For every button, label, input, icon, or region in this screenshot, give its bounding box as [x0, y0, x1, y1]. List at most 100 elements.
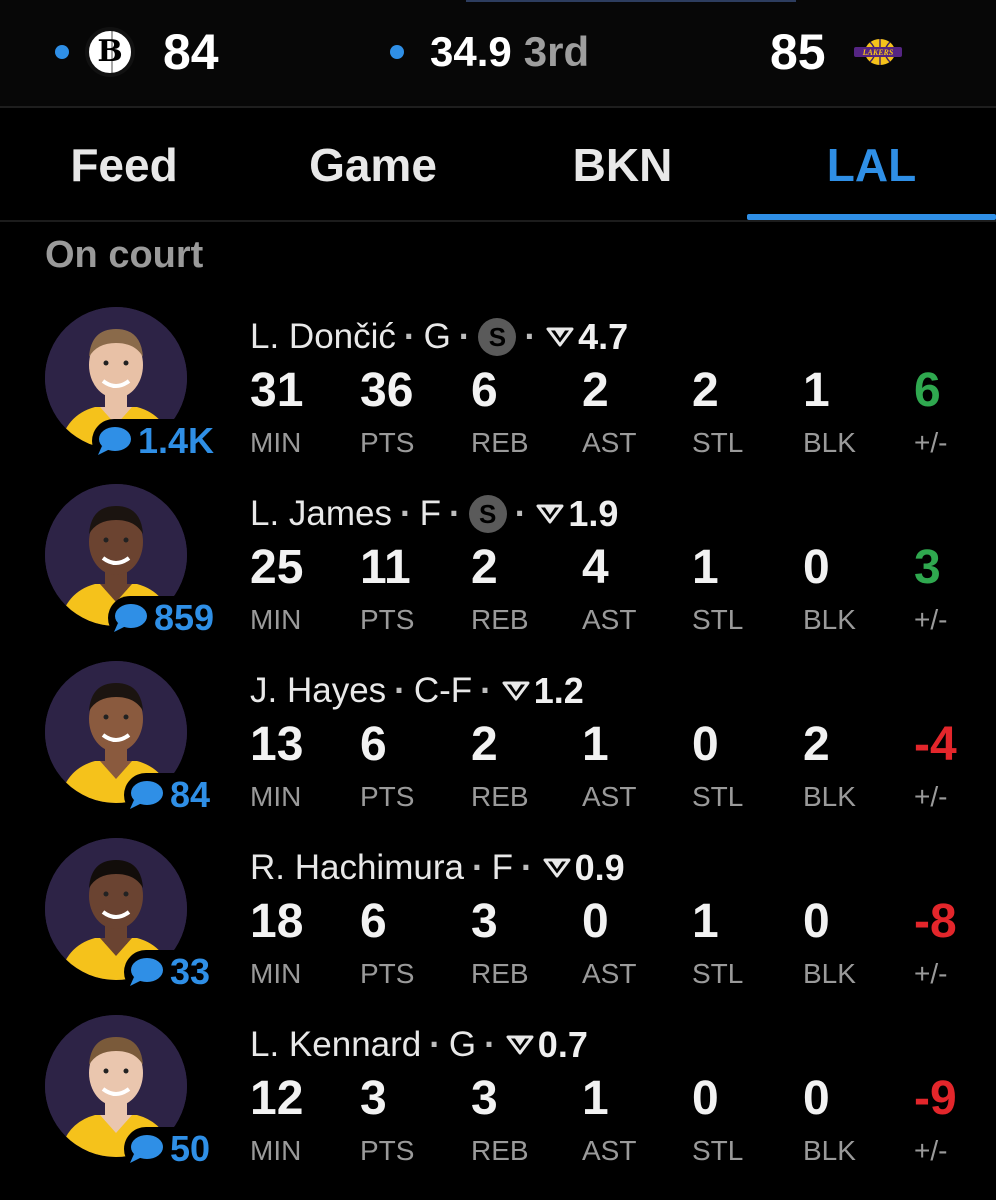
comments-count[interactable]: 33 — [124, 950, 211, 994]
stat-reb: 2 REB — [471, 717, 581, 817]
game-period: 3rd — [523, 28, 590, 75]
stat-label: REB — [471, 604, 529, 635]
stat-value: 11 — [360, 541, 411, 594]
stat-reb: 3 REB — [471, 1071, 581, 1171]
player-row[interactable]: 50 L. Kennard · G · 0.7 12 MIN 3 PTS 3 REB 1 AST 0 STL 0… — [0, 1015, 996, 1192]
home-team-score-group[interactable]: B 84 — [55, 22, 219, 82]
stat-label: REB — [471, 958, 529, 989]
stat-value: 2 — [471, 718, 498, 771]
rating-flag-icon — [506, 1035, 534, 1055]
stat-value: 0 — [692, 718, 719, 771]
stat-label: AST — [582, 958, 637, 989]
stat-value: -8 — [914, 895, 957, 948]
stat-reb: 6 REB — [471, 363, 581, 463]
comments-count-label: 1.4K — [138, 420, 215, 461]
away-team-score-group[interactable]: 85 LAKERS — [770, 22, 904, 82]
player-position: F — [491, 848, 513, 887]
player-rating: 1.9 — [568, 493, 619, 534]
tab-feed[interactable]: Feed — [0, 110, 248, 220]
player-info-line[interactable]: L. James · F · S · 1.9 — [250, 492, 618, 536]
stat-label: MIN — [250, 781, 302, 812]
stat-label: +/- — [914, 958, 948, 989]
comments-count[interactable]: 84 — [124, 773, 211, 817]
stat-value: 2 — [471, 541, 498, 594]
stat-label: PTS — [360, 958, 415, 989]
chat-bubble-icon — [114, 604, 147, 632]
stat-stl: 1 STL — [692, 540, 802, 640]
stat-stl: 2 STL — [692, 363, 802, 463]
stat-stl: 0 STL — [692, 717, 802, 817]
chat-bubble-icon — [130, 781, 163, 809]
separator-dot: · — [394, 671, 406, 710]
player-info-line[interactable]: L. Dončić · G · S · 4.7 — [250, 315, 628, 359]
stat-value: 0 — [803, 541, 830, 594]
comments-count-label: 859 — [154, 597, 215, 638]
starter-badge: S — [468, 495, 507, 533]
stat-ast: 2 AST — [582, 363, 692, 463]
stat-label: REB — [471, 1135, 529, 1166]
player-rating: 0.7 — [537, 1024, 588, 1065]
stat-min: 12 MIN — [250, 1071, 360, 1171]
stat-label: REB — [471, 427, 529, 458]
chat-bubble-icon — [130, 958, 163, 986]
player-rating: 0.9 — [574, 847, 625, 888]
player-name: R. Hachimura — [250, 848, 464, 887]
player-row[interactable]: 84 J. Hayes · C-F · 1.2 13 MIN 6 PTS 2 REB 1 AST 0 STL 2… — [0, 661, 996, 838]
stat-label: +/- — [914, 604, 948, 635]
stat-value: 3 — [360, 1072, 387, 1125]
player-name: J. Hayes — [250, 671, 387, 710]
comments-count[interactable]: 859 — [108, 596, 215, 640]
comments-count[interactable]: 1.4K — [92, 419, 215, 463]
tab-lal[interactable]: LAL — [747, 110, 996, 220]
possession-dot-icon — [55, 45, 69, 59]
stat-ast: 1 AST — [582, 1071, 692, 1171]
section-title: On court — [45, 234, 204, 276]
stat-value: 0 — [803, 895, 830, 948]
stat-value: 2 — [803, 718, 830, 771]
stat-label: MIN — [250, 427, 302, 458]
stat-value: -4 — [914, 718, 957, 771]
active-tab-indicator — [747, 214, 996, 220]
stat-label: +/- — [914, 427, 948, 458]
player-row[interactable]: 1.4K L. Dončić · G · S · 4.7 31 MIN 36 PTS 6 REB 2 AST 2… — [0, 307, 996, 484]
stat-value: 6 — [914, 364, 941, 417]
player-row[interactable]: 859 L. James · F · S · 1.9 25 MIN 11 PTS 2 REB 4 AST 1 ST… — [0, 484, 996, 661]
separator-dot: · — [521, 848, 533, 887]
stat-label: AST — [582, 427, 637, 458]
stat-label: MIN — [250, 604, 302, 635]
stat-plus-minus: -4 +/- — [914, 717, 996, 817]
tab-game[interactable]: Game — [248, 110, 498, 220]
stat-label: BLK — [803, 958, 856, 989]
nets-logo-icon: B — [85, 27, 135, 77]
stat-pts: 6 PTS — [360, 894, 470, 994]
live-dot-icon — [390, 45, 404, 59]
stat-value: 31 — [250, 364, 304, 417]
stat-plus-minus: 6 +/- — [914, 363, 996, 463]
stat-value: 1 — [582, 1072, 609, 1125]
rating-flag-icon — [502, 681, 530, 701]
player-rating: 1.2 — [533, 670, 584, 711]
stat-value: 0 — [582, 895, 609, 948]
comments-count-label: 84 — [170, 774, 211, 815]
away-score: 85 — [770, 24, 826, 80]
player-row[interactable]: 33 R. Hachimura · F · 0.9 18 MIN 6 PTS 3 REB 0 AST 1 ST… — [0, 838, 996, 1015]
game-clock: 34.9 — [430, 28, 512, 75]
player-info-line[interactable]: R. Hachimura · F · 0.9 — [250, 846, 625, 890]
stat-label: AST — [582, 781, 637, 812]
player-info-line[interactable]: L. Kennard · G · 0.7 — [250, 1023, 588, 1067]
separator-dot: · — [514, 494, 527, 533]
stat-reb: 2 REB — [471, 540, 581, 640]
stat-value: 36 — [360, 364, 414, 417]
stat-min: 13 MIN — [250, 717, 360, 817]
stat-label: PTS — [360, 604, 415, 635]
scoreboard[interactable]: B 84 34.9 3rd 85 LAKERS — [0, 0, 996, 108]
chat-bubble-icon — [130, 1135, 163, 1163]
stat-label: STL — [692, 1135, 744, 1166]
player-info-line[interactable]: J. Hayes · C-F · 1.2 — [250, 669, 584, 713]
stat-blk: 0 BLK — [803, 894, 913, 994]
tab-bkn[interactable]: BKN — [498, 110, 747, 220]
stat-blk: 1 BLK — [803, 363, 913, 463]
comments-count[interactable]: 50 — [124, 1127, 211, 1171]
separator-dot: · — [403, 317, 416, 356]
team-tabs: Feed Game BKN LAL — [0, 110, 996, 222]
